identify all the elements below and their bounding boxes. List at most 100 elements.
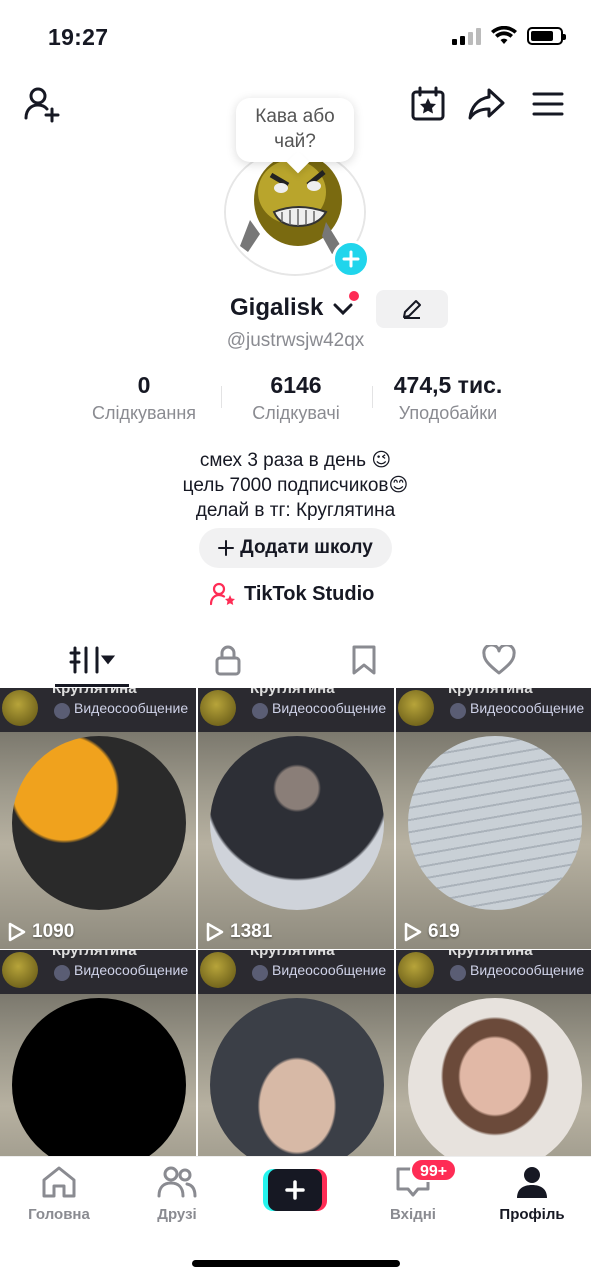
videos-grid-icon: [69, 646, 116, 674]
tiktok-studio-link[interactable]: TikTok Studio: [210, 582, 374, 606]
video-overlay-bar: Круглятина Видеосообщение: [0, 688, 196, 732]
stat-following[interactable]: 0 Слідкування: [84, 372, 204, 424]
nav-profile[interactable]: Профіль: [477, 1165, 587, 1223]
video-tile[interactable]: Круглятина Видеосообщение: [396, 950, 591, 1156]
avatar: [2, 690, 38, 726]
avatar: [200, 952, 236, 988]
video-overlay-bar: Круглятина Видеосообщение: [198, 950, 394, 994]
play-icon: [450, 703, 466, 719]
tab-private[interactable]: [208, 640, 248, 680]
status-icons: [452, 26, 566, 46]
video-tile[interactable]: Круглятина Видеосообщение 1090: [0, 688, 196, 949]
stat-followers[interactable]: 6146 Слідкувачі: [236, 372, 356, 424]
video-thumbnail: [12, 736, 186, 910]
calendar-star-icon[interactable]: [408, 84, 448, 124]
inbox-badge: 99+: [410, 1158, 458, 1182]
video-thumbnail: [408, 736, 582, 910]
avatar: [200, 690, 236, 726]
add-school-label: Додати школу: [240, 537, 373, 558]
play-outline-icon: [206, 922, 224, 942]
status-bar: 19:27: [0, 0, 591, 76]
divider: [372, 386, 373, 408]
overlay-label: Видеосообщение: [470, 700, 585, 716]
bio-line: делай в тг: Круглятина: [195, 500, 396, 521]
menu-icon[interactable]: [528, 84, 568, 124]
stat-likes[interactable]: 474,5 тис. Уподобайки: [380, 372, 516, 424]
avatar: [398, 952, 434, 988]
chevron-down-icon[interactable]: [333, 302, 353, 316]
nav-home[interactable]: Головна: [4, 1165, 114, 1223]
pencil-icon: [403, 300, 421, 319]
tab-saved[interactable]: [344, 640, 384, 680]
plus-icon: [218, 540, 235, 556]
username: @justrwsjw42qx: [226, 330, 365, 351]
friends-icon: [157, 1166, 197, 1198]
add-story-button[interactable]: [332, 240, 370, 278]
nav-label: Вхідні: [390, 1206, 436, 1223]
overlay-top-text: Круглятина: [448, 688, 533, 697]
video-overlay-bar: Круглятина Видеосообщение: [396, 950, 591, 994]
video-overlay-bar: Круглятина Видеосообщение: [396, 688, 591, 732]
overlay-top-text: Круглятина: [250, 688, 335, 697]
tab-videos[interactable]: [66, 640, 122, 680]
stat-value: 0: [137, 372, 151, 398]
nav-label: Друзі: [157, 1206, 197, 1223]
play-icon: [54, 703, 70, 719]
profile-tabs: [0, 636, 591, 688]
avatar: [2, 952, 38, 988]
active-tab-indicator: [55, 684, 129, 687]
nav-friends[interactable]: Друзі: [122, 1165, 232, 1223]
video-tile[interactable]: Круглятина Видеосообщение 1381: [198, 688, 394, 949]
avatar: [398, 690, 434, 726]
stat-label: Слідкування: [91, 403, 197, 423]
stat-label: Слідкувачі: [252, 403, 340, 423]
profile-stats: 0 Слідкування 6146 Слідкувачі 474,5 тис.…: [0, 372, 591, 428]
overlay-label: Видеосообщение: [272, 700, 387, 716]
studio-label: TikTok Studio: [244, 582, 375, 605]
tab-liked[interactable]: [479, 640, 519, 680]
overlay-label: Видеосообщение: [272, 962, 387, 978]
add-school-button[interactable]: Додати школу: [199, 528, 392, 568]
studio-user-star-icon: [210, 582, 235, 606]
overlay-label: Видеосообщение: [74, 700, 189, 716]
stat-value: 6146: [270, 372, 322, 398]
bio-line: цель 7000 подписчиков😊: [182, 475, 409, 496]
notification-dot: [349, 291, 359, 301]
note-bubble[interactable]: Кава або чай?: [236, 98, 354, 162]
home-icon: [42, 1166, 76, 1198]
video-thumbnail: [210, 736, 384, 910]
add-friend-icon[interactable]: [22, 84, 62, 124]
view-count: 619: [404, 921, 460, 943]
stat-value: 474,5 тис.: [393, 372, 503, 398]
profile-icon: [517, 1167, 547, 1198]
view-count: 1090: [8, 921, 74, 943]
overlay-top-text: Круглятина: [448, 950, 533, 959]
share-icon[interactable]: [467, 84, 507, 124]
video-tile[interactable]: Круглятина Видеосообщение 619: [396, 688, 591, 949]
signal-icon: [452, 27, 481, 45]
status-time: 19:27: [48, 24, 109, 50]
overlay-label: Видеосообщение: [74, 962, 189, 978]
lock-icon: [215, 645, 241, 676]
create-button[interactable]: [263, 1169, 327, 1211]
name-row: Gigalisk: [0, 290, 591, 328]
video-tile[interactable]: Круглятина Видеосообщение: [198, 950, 394, 1156]
bio: смех 3 раза в день 😉 цель 7000 подписчик…: [0, 448, 591, 523]
bio-line: смех 3 раза в день 😉: [199, 450, 392, 471]
video-tile[interactable]: Круглятина Видеосообщение: [0, 950, 196, 1156]
video-overlay-bar: Круглятина Видеосообщение: [0, 950, 196, 994]
nav-label: Головна: [28, 1206, 90, 1223]
play-icon: [450, 965, 466, 981]
battery-icon: [527, 27, 566, 45]
home-indicator: [192, 1260, 400, 1267]
overlay-top-text: Круглятина: [52, 950, 137, 959]
play-outline-icon: [404, 922, 422, 942]
bookmark-icon: [352, 645, 376, 675]
video-grid: Круглятина Видеосообщение 1090 Круглятин…: [0, 688, 591, 1156]
overlay-top-text: Круглятина: [52, 688, 137, 697]
play-outline-icon: [8, 922, 26, 942]
edit-profile-button[interactable]: [376, 290, 448, 328]
divider: [221, 386, 222, 408]
view-count: 1381: [206, 921, 272, 943]
play-icon: [252, 965, 268, 981]
